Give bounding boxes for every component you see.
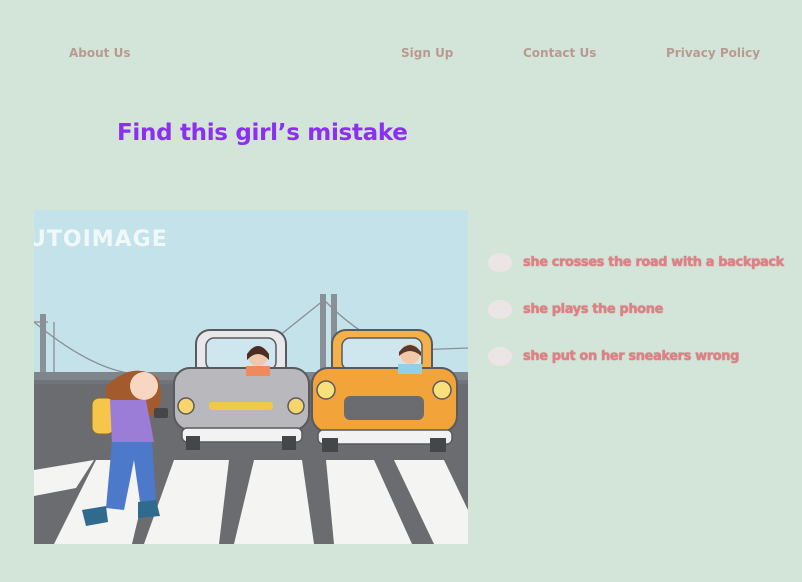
answer-option-label: she crosses the road with a backpack <box>523 254 784 270</box>
answer-option-2[interactable]: she plays the phone <box>488 297 802 321</box>
nav-contact-us-link[interactable]: Contact Us <box>523 46 596 60</box>
radio-button[interactable] <box>488 346 512 366</box>
quiz-illustration: UTOIMAGE <box>34 210 468 544</box>
answer-option-label: she put on her sneakers wrong <box>523 348 740 364</box>
radio-button[interactable] <box>488 299 512 319</box>
watermark-text: UTOIMAGE <box>34 227 168 252</box>
answer-option-1[interactable]: she crosses the road with a backpack <box>488 250 802 274</box>
radio-button[interactable] <box>488 252 512 272</box>
nav-about-us-link[interactable]: About Us <box>69 46 130 60</box>
nav-sign-up-link[interactable]: Sign Up <box>401 46 453 60</box>
quiz-title: Find this girl’s mistake <box>117 120 408 146</box>
answer-option-label: she plays the phone <box>523 301 663 317</box>
answer-option-3[interactable]: she put on her sneakers wrong <box>488 344 802 368</box>
nav-privacy-policy-link[interactable]: Privacy Policy <box>666 46 760 60</box>
